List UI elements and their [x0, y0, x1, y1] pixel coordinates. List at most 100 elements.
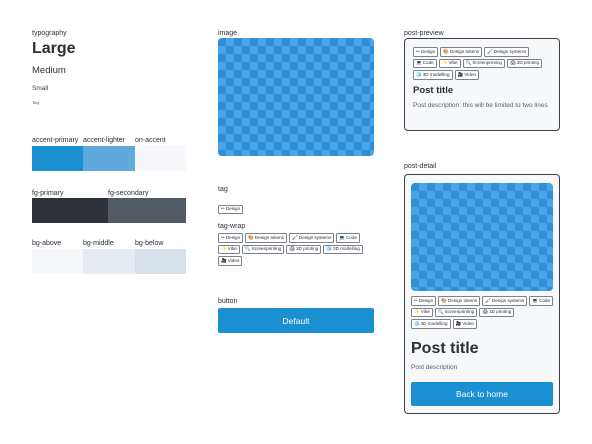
- cube-icon: 🧊: [416, 71, 422, 77]
- palette-icon: 🎨: [441, 297, 447, 303]
- tag-item[interactable]: 🎨 Design tokens: [440, 47, 483, 57]
- tag-text: Screenprinting: [472, 60, 502, 66]
- tag-item[interactable]: 💻 Code: [529, 296, 554, 306]
- back-to-home-button[interactable]: Back to home: [411, 382, 553, 406]
- cube-icon: 🧊: [414, 320, 420, 326]
- accent-lighter-label: accent-lighter: [83, 137, 126, 144]
- magnifier-icon: 🔍: [437, 309, 444, 315]
- tag-item[interactable]: 💻 Code: [413, 58, 437, 69]
- tag-text: Video: [227, 257, 240, 263]
- tag-item[interactable]: 🖌 Design systems: [289, 233, 335, 243]
- tag-text: 3D printing: [516, 60, 539, 66]
- fg-secondary-swatch: [108, 198, 186, 223]
- magnifier-icon: 🔍: [465, 60, 472, 66]
- post-preview-label: post-preview: [404, 30, 444, 37]
- tag-wrap-label: tag-wrap: [218, 223, 246, 230]
- tag-item[interactable]: 🔍 Screenprinting: [434, 307, 478, 318]
- typography-large: Large: [32, 40, 76, 57]
- on-accent-swatch: [135, 146, 186, 171]
- tag-item[interactable]: 🧊 3D modelling: [411, 319, 451, 329]
- post-detail-label: post-detail: [404, 163, 437, 170]
- pencil-icon: ✏: [221, 234, 225, 240]
- post-detail-description: Post description: [411, 364, 458, 371]
- image-placeholder: [218, 38, 374, 156]
- tag-text: Design tokens: [449, 48, 480, 54]
- tag-item[interactable]: 🖌 Design systems: [482, 296, 528, 306]
- tag-item[interactable]: 🖨 3D printing: [506, 58, 542, 69]
- tag-item[interactable]: 🔍 Screenprinting: [462, 58, 505, 69]
- pencil-icon: ✏: [414, 297, 418, 303]
- tag-item[interactable]: ✏ Design: [411, 296, 437, 306]
- image-label: image: [218, 30, 238, 37]
- bg-below-label: bg-below: [135, 240, 164, 247]
- typography-small: Small: [32, 85, 49, 92]
- post-detail-card: ✏ Design 🎨 Design tokens 🖌 Design systems 💻 Cod…: [404, 174, 560, 414]
- tag-text: 3D modelling: [422, 71, 450, 77]
- tag-text: Design: [420, 48, 436, 54]
- accent-primary-swatch: [32, 146, 83, 171]
- tag-item[interactable]: ✏ Design: [413, 47, 439, 57]
- tag-text: Video: [464, 71, 476, 77]
- post-detail-title: Post title: [411, 340, 479, 357]
- cube-icon: 🧊: [326, 246, 333, 252]
- accent-lighter-swatch: [83, 146, 135, 171]
- tag-wrap-list: ✏ Design 🎨 Design tokens 🖌 Design systems 💻 Cod…: [218, 233, 378, 266]
- tag-text: Design systems: [493, 48, 527, 54]
- bg-above-swatch: [32, 249, 83, 274]
- post-detail-tags: ✏ Design 🎨 Design tokens 🖌 Design systems 💻 Cod…: [411, 296, 555, 329]
- tag-item[interactable]: 🎥 Video: [452, 319, 477, 329]
- tag-text: Vibe: [448, 60, 458, 66]
- tag-item[interactable]: 🎥 Video: [454, 70, 479, 80]
- tag-item[interactable]: 🔍 Screenprinting: [241, 244, 285, 255]
- tag-text: Design: [225, 206, 241, 211]
- tag-text: Design: [225, 234, 241, 240]
- typography-label: typography: [32, 30, 67, 37]
- bg-below-swatch: [135, 249, 186, 274]
- accent-primary-label: accent-primary: [32, 137, 79, 144]
- tag-item[interactable]: 🖌 Design systems: [484, 47, 530, 57]
- printer-icon: 🖨: [289, 246, 296, 252]
- button-label: button: [218, 298, 238, 305]
- brush-icon: 🖌: [485, 297, 491, 303]
- tag-item[interactable]: 🖨 3D printing: [479, 307, 515, 318]
- tag-text: Video: [462, 320, 474, 326]
- tag-item[interactable]: 🧊 3D modelling: [323, 244, 363, 255]
- tag-text: Code: [422, 60, 434, 66]
- tag-item[interactable]: 🧊 3D modelling: [413, 70, 453, 80]
- camera-icon: 🎥: [455, 320, 462, 326]
- tag-label: tag: [218, 186, 228, 193]
- tag-item[interactable]: 🎨 Design tokens: [245, 233, 288, 243]
- tag-item[interactable]: ✨ Vibe: [411, 307, 433, 318]
- camera-icon: 🎥: [221, 257, 227, 263]
- tag-text: Design: [418, 297, 434, 303]
- tag-item[interactable]: 🎨 Design tokens: [438, 296, 481, 306]
- post-preview-card[interactable]: ✏ Design 🎨 Design tokens 🖌 Design systems 💻 Cod…: [404, 38, 560, 131]
- tag-item[interactable]: 💻 Code: [336, 233, 361, 243]
- on-accent-label: on-accent: [135, 137, 166, 144]
- tag-design[interactable]: ✏ Design: [218, 204, 244, 215]
- tag-text: Screenprinting: [444, 309, 475, 315]
- post-preview-tags: ✏ Design 🎨 Design tokens 🖌 Design systems 💻 Cod…: [413, 47, 555, 80]
- tag-item[interactable]: ✨ Vibe: [218, 244, 240, 255]
- tag-item[interactable]: 🎥 Video: [218, 256, 243, 266]
- tag-item[interactable]: ✏ Design: [218, 233, 244, 243]
- tag-text: Screenprinting: [251, 246, 282, 252]
- pencil-icon: ✏: [416, 48, 420, 54]
- printer-icon: 🖨: [482, 309, 489, 315]
- sparkle-icon: ✨: [221, 246, 227, 252]
- tag-text: Design systems: [298, 234, 332, 240]
- tag-item[interactable]: 🖨 3D printing: [286, 244, 322, 255]
- tag-text: Design tokens: [254, 234, 285, 240]
- fg-primary-swatch: [32, 198, 108, 223]
- printer-icon: 🖨: [509, 60, 516, 66]
- magnifier-icon: 🔍: [244, 246, 251, 252]
- default-button[interactable]: Default: [218, 308, 374, 333]
- fg-secondary-label: fg-secondary: [108, 190, 149, 197]
- tag-item[interactable]: ✨ Vibe: [438, 58, 461, 69]
- post-preview-description: Post description: this will be limited t…: [413, 102, 548, 109]
- typography-tiny: Tiny: [32, 100, 40, 105]
- tag-text: 3D printing: [489, 309, 512, 315]
- bg-middle-label: bg-middle: [83, 240, 114, 247]
- laptop-icon: 💻: [532, 297, 539, 303]
- bg-above-label: bg-above: [32, 240, 62, 247]
